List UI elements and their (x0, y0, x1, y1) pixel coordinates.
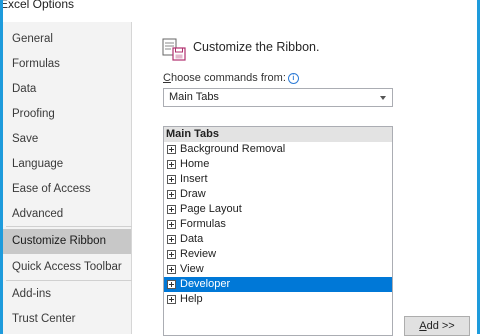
list-item-view[interactable]: View (164, 262, 392, 277)
list-item-review[interactable]: Review (164, 247, 392, 262)
expand-plus-icon[interactable] (167, 265, 176, 274)
list-item-insert[interactable]: Insert (164, 172, 392, 187)
list-item-formulas[interactable]: Formulas (164, 217, 392, 232)
expand-plus-icon[interactable] (167, 295, 176, 304)
dropdown-value: Main Tabs (169, 91, 219, 103)
choose-commands-label: Choose commands from: i (163, 72, 299, 84)
expand-plus-icon[interactable] (167, 250, 176, 259)
commands-listbox[interactable]: Main Tabs Background Removal Home Insert… (163, 126, 393, 336)
sidebar-item-language[interactable]: Language (3, 152, 131, 177)
sidebar-item-data[interactable]: Data (3, 77, 131, 102)
info-icon[interactable]: i (287, 73, 299, 84)
customize-ribbon-icon (162, 38, 186, 61)
expand-plus-icon[interactable] (167, 145, 176, 154)
title-bar: Excel Options (0, 0, 480, 16)
sidebar-item-proofing[interactable]: Proofing (3, 102, 131, 127)
expand-plus-icon[interactable] (167, 220, 176, 229)
sidebar-item-general[interactable]: General (3, 27, 131, 52)
choose-commands-dropdown[interactable]: Main Tabs (163, 88, 393, 107)
window-title: Excel Options (0, 0, 75, 11)
list-item-home[interactable]: Home (164, 157, 392, 172)
expand-plus-icon[interactable] (167, 205, 176, 214)
list-item-help[interactable]: Help (164, 292, 392, 307)
list-item-page-layout[interactable]: Page Layout (164, 202, 392, 217)
sidebar-item-trust-center[interactable]: Trust Center (3, 307, 131, 332)
window-border-left (0, 0, 3, 334)
list-item-background-removal[interactable]: Background Removal (164, 142, 392, 157)
chevron-down-icon (380, 96, 386, 100)
page-title: Customize the Ribbon. (193, 40, 320, 54)
options-sidebar: General Formulas Data Proofing Save Lang… (3, 22, 132, 334)
sidebar-item-formulas[interactable]: Formulas (3, 52, 131, 77)
list-item-developer[interactable]: Developer (164, 277, 392, 292)
sidebar-item-quick-access-toolbar[interactable]: Quick Access Toolbar (3, 255, 131, 280)
expand-plus-icon[interactable] (167, 190, 176, 199)
sidebar-item-add-ins[interactable]: Add-ins (3, 282, 131, 307)
sidebar-item-save[interactable]: Save (3, 127, 131, 152)
sidebar-divider (6, 280, 132, 281)
sidebar-item-advanced[interactable]: Advanced (3, 202, 131, 227)
expand-plus-icon[interactable] (167, 280, 176, 289)
excel-options-window: Excel Options General Formulas Data Proo… (0, 0, 480, 336)
list-group-header: Main Tabs (164, 127, 392, 142)
expand-plus-icon[interactable] (167, 175, 176, 184)
sidebar-item-customize-ribbon[interactable]: Customize Ribbon (3, 229, 131, 254)
list-item-data[interactable]: Data (164, 232, 392, 247)
sidebar-divider (6, 226, 132, 227)
list-item-draw[interactable]: Draw (164, 187, 392, 202)
expand-plus-icon[interactable] (167, 235, 176, 244)
sidebar-item-ease-of-access[interactable]: Ease of Access (3, 177, 131, 202)
add-button[interactable]: Add >> (404, 316, 470, 336)
expand-plus-icon[interactable] (167, 160, 176, 169)
